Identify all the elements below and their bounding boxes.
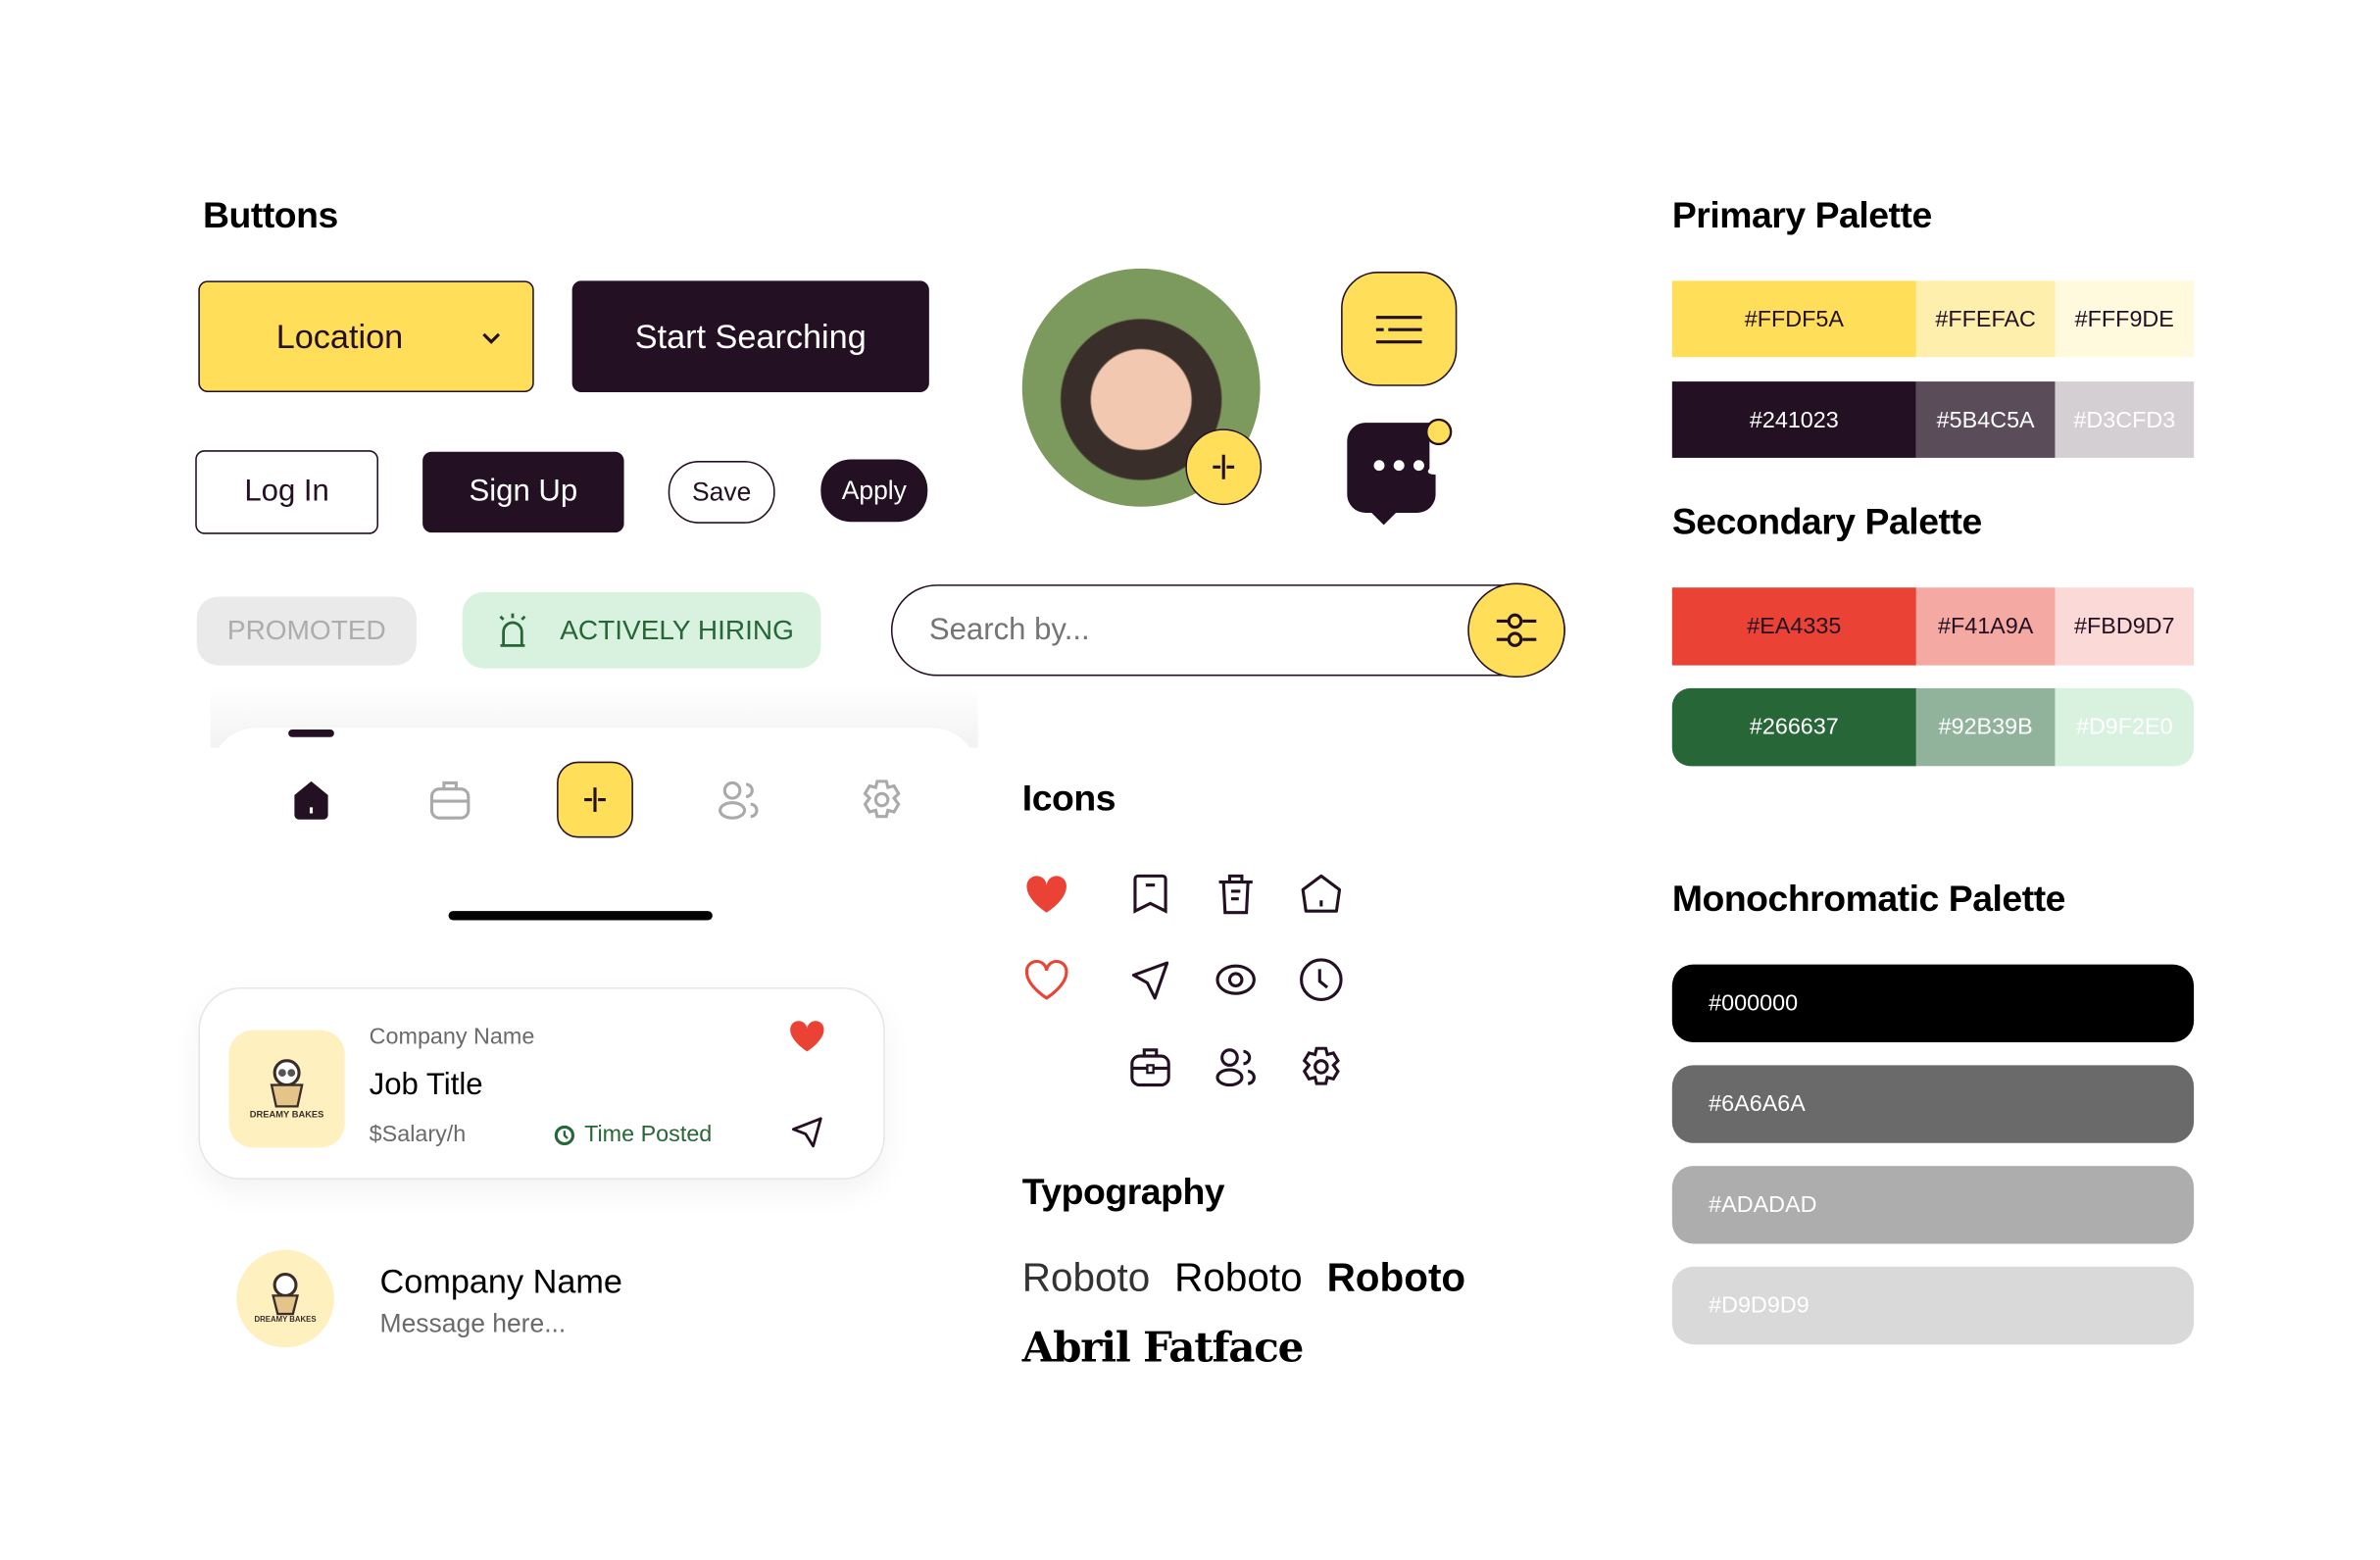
- menu-button[interactable]: [1341, 272, 1458, 386]
- heart-filled-icon[interactable]: [789, 1020, 825, 1053]
- alarm-icon: [499, 613, 526, 647]
- nav-home-icon[interactable]: [288, 777, 334, 823]
- log-in-button[interactable]: Log In: [195, 450, 378, 534]
- nav-users-icon[interactable]: [716, 777, 762, 823]
- plus-icon: [1213, 454, 1235, 479]
- job-title: Job Title: [369, 1068, 483, 1102]
- company-logo: DREAMY BAKES: [228, 1030, 345, 1148]
- heart-filled-icon: [1026, 876, 1066, 913]
- swatch-266637: #266637: [1671, 687, 1916, 767]
- add-photo-button[interactable]: [1185, 428, 1263, 506]
- menu-icon: [1375, 315, 1422, 343]
- swatch-d3cfd3: #D3CFD3: [2055, 381, 2195, 458]
- clock-icon: [1300, 958, 1343, 1001]
- apply-button[interactable]: Apply: [820, 459, 928, 523]
- mono-palette-heading: Monochromatic Palette: [1671, 879, 2066, 921]
- swatch-fff9de: #FFF9DE: [2055, 280, 2195, 358]
- bottom-nav-panel: [210, 686, 978, 946]
- clock-icon: [554, 1125, 574, 1145]
- swatch-fbd9d7: #FBD9D7: [2055, 587, 2195, 666]
- home-icon: [1301, 874, 1342, 913]
- plus-icon: [584, 787, 606, 813]
- actively-hiring-tag: ACTIVELY HIRING: [462, 591, 821, 669]
- chevron-down-icon: [482, 332, 501, 344]
- font-light: Roboto: [1021, 1254, 1151, 1301]
- nav-settings-icon[interactable]: [859, 777, 905, 823]
- sliders-icon: [1496, 613, 1537, 647]
- promoted-tag: PROMOTED: [196, 596, 417, 666]
- font-display: Abril Fatface: [1021, 1324, 1305, 1373]
- buttons-heading: Buttons: [203, 195, 338, 237]
- job-card[interactable]: DREAMY BAKES Company Name Job Title $Sal…: [198, 986, 885, 1181]
- message-avatar[interactable]: DREAMY BAKES: [236, 1249, 334, 1348]
- users-icon: [1215, 1048, 1256, 1087]
- location-label: Location: [275, 316, 404, 355]
- swatch-f41a9a: #F41A9A: [1915, 587, 2056, 666]
- briefcase-icon: [1130, 1048, 1170, 1087]
- message-company-name: Company Name: [379, 1262, 622, 1301]
- chat-notification-icon[interactable]: [1346, 415, 1456, 526]
- secondary-palette-heading: Secondary Palette: [1671, 502, 1982, 544]
- search-input[interactable]: [928, 607, 1449, 654]
- swatch-ffefac: #FFEFAC: [1915, 280, 2056, 358]
- typography-heading: Typography: [1021, 1172, 1225, 1214]
- trash-icon: [1218, 874, 1253, 915]
- time-posted: Time Posted: [554, 1122, 712, 1147]
- swatch-d9d9d9: #D9D9D9: [1671, 1266, 2195, 1345]
- swatch-ea4335: #EA4335: [1671, 587, 1916, 666]
- home-indicator: [448, 911, 713, 921]
- actively-hiring-label: ACTIVELY HIRING: [560, 614, 794, 645]
- search-bar: [890, 582, 1565, 679]
- send-icon: [1131, 961, 1169, 1000]
- logo-text: DREAMY BAKES: [249, 1110, 324, 1120]
- nav-add-button[interactable]: [557, 761, 633, 838]
- save-button[interactable]: Save: [668, 461, 775, 524]
- swatch-92b39b: #92B39B: [1915, 687, 2056, 767]
- font-samples: Roboto Roboto Roboto: [1022, 1254, 1465, 1301]
- salary: $Salary/h: [369, 1121, 467, 1148]
- swatch-ffdf5a: #FFDF5A: [1671, 280, 1916, 358]
- company-name: Company Name: [369, 1024, 535, 1050]
- send-icon[interactable]: [789, 1114, 825, 1150]
- swatch-241023: #241023: [1671, 381, 1916, 458]
- swatch-adadad: #ADADAD: [1671, 1166, 2195, 1244]
- time-posted-label: Time Posted: [584, 1121, 713, 1148]
- bookmark-icon: [1133, 874, 1167, 914]
- icons-heading: Icons: [1021, 778, 1116, 820]
- swatch-5b4c5a: #5B4C5A: [1915, 381, 2056, 458]
- active-indicator: [288, 729, 334, 737]
- nav-briefcase-icon[interactable]: [427, 777, 473, 823]
- location-dropdown[interactable]: Location: [198, 280, 534, 392]
- gear-icon: [1302, 1046, 1340, 1085]
- primary-palette-heading: Primary Palette: [1671, 195, 1932, 237]
- heart-outline-icon: [1024, 959, 1068, 1000]
- logo-text: DREAMY BAKES: [254, 1315, 317, 1325]
- eye-icon: [1215, 964, 1256, 995]
- swatch-d9f2e0: #D9F2E0: [2055, 687, 2195, 767]
- message-preview: Message here...: [379, 1309, 567, 1338]
- swatch-6a6a6a: #6A6A6A: [1671, 1065, 2195, 1143]
- sign-up-button[interactable]: Sign Up: [422, 451, 624, 533]
- font-bold: Roboto: [1326, 1254, 1466, 1301]
- font-regular: Roboto: [1174, 1254, 1303, 1301]
- start-searching-button[interactable]: Start Searching: [571, 280, 929, 392]
- swatch-000000: #000000: [1671, 964, 2195, 1043]
- filter-button[interactable]: [1467, 582, 1565, 679]
